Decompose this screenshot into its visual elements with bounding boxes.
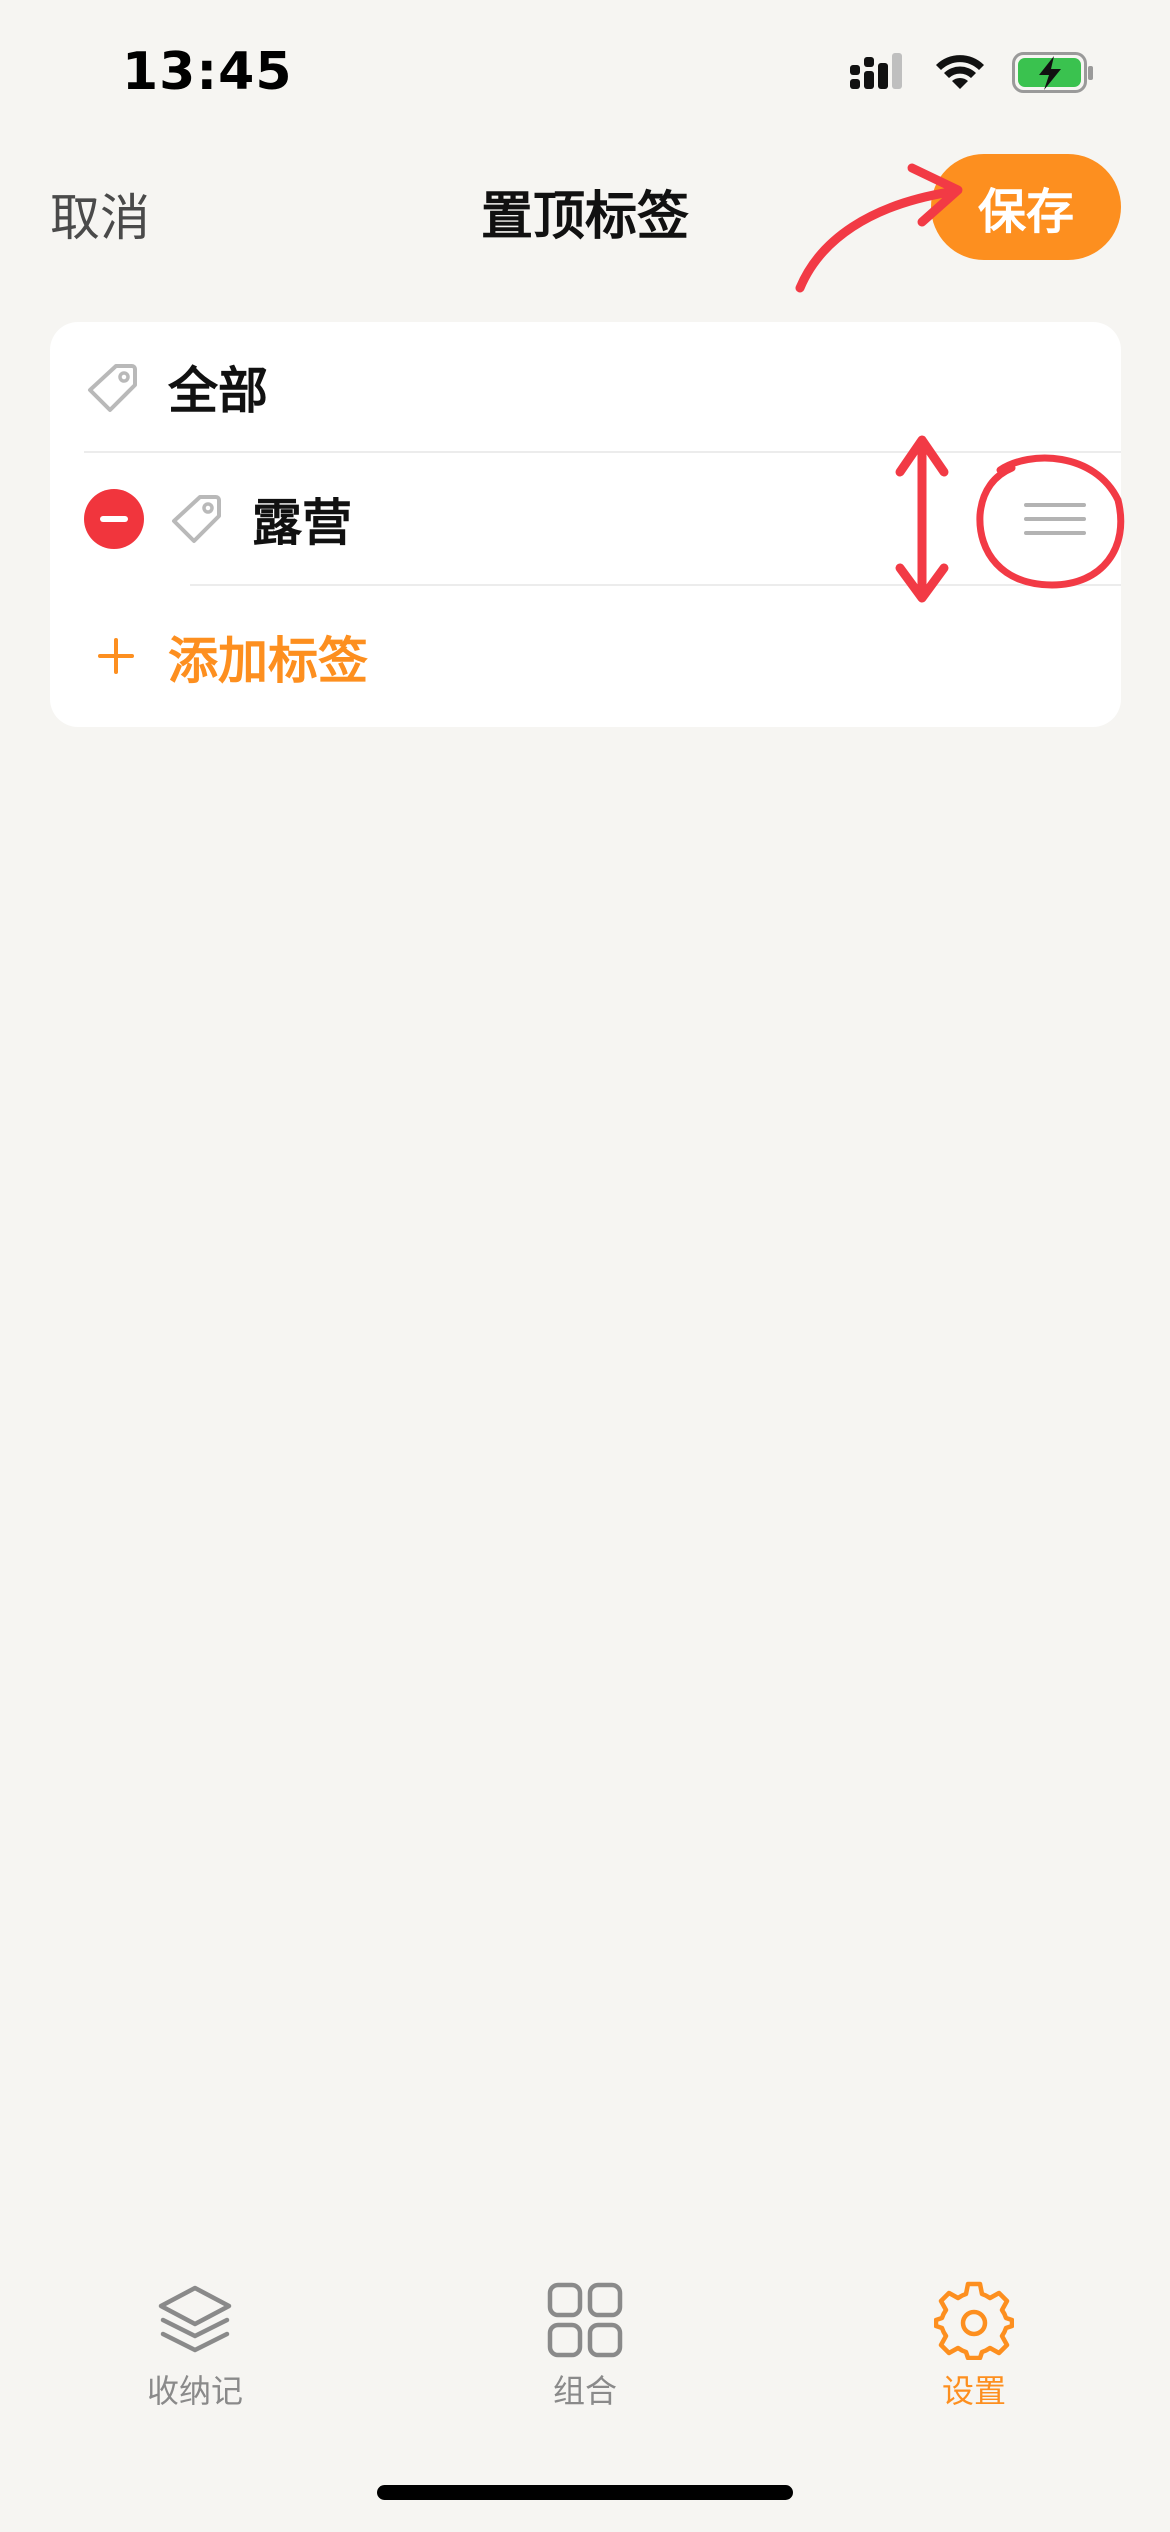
plus-icon — [98, 638, 134, 674]
tag-label: 露营 — [252, 494, 352, 552]
grid-icon — [547, 2282, 623, 2358]
nav-bar: 取消 置顶标签 保存 — [0, 150, 1170, 270]
stack-icon — [158, 2285, 232, 2353]
cellular-signal-icon — [850, 53, 902, 89]
add-tag-label: 添加标签 — [168, 631, 368, 690]
battery-charging-icon — [1012, 52, 1093, 93]
wifi-icon — [936, 55, 984, 89]
tag-row-camping: 露营 — [50, 453, 1121, 585]
status-time: 13:45 — [122, 42, 293, 102]
tab-settings[interactable]: 设置 — [874, 2280, 1074, 2412]
remove-icon[interactable] — [84, 489, 144, 549]
status-icons — [850, 52, 1094, 94]
home-indicator — [377, 2485, 793, 2500]
tab-label: 组合 — [552, 2372, 617, 2410]
status-bar: 13:45 — [0, 0, 1170, 150]
tab-label: 设置 — [941, 2372, 1006, 2410]
add-tag-button[interactable]: 添加标签 — [50, 586, 1121, 727]
tag-icon — [172, 495, 221, 543]
gear-icon — [934, 2281, 1014, 2360]
tab-label: 收纳记 — [146, 2372, 243, 2410]
tag-row-all[interactable]: 全部 — [50, 322, 1121, 452]
tab-bar: 收纳记 组合 设置 — [0, 2280, 1170, 2440]
tag-icon — [88, 364, 137, 412]
pinned-tags-card: 全部 露营 添加标签 — [50, 322, 1121, 727]
tab-combination[interactable]: 组合 — [485, 2280, 685, 2412]
tab-storage[interactable]: 收纳记 — [95, 2280, 295, 2412]
tag-label: 全部 — [168, 362, 268, 420]
drag-handle-icon[interactable] — [1024, 503, 1086, 537]
save-button[interactable]: 保存 — [931, 154, 1121, 260]
